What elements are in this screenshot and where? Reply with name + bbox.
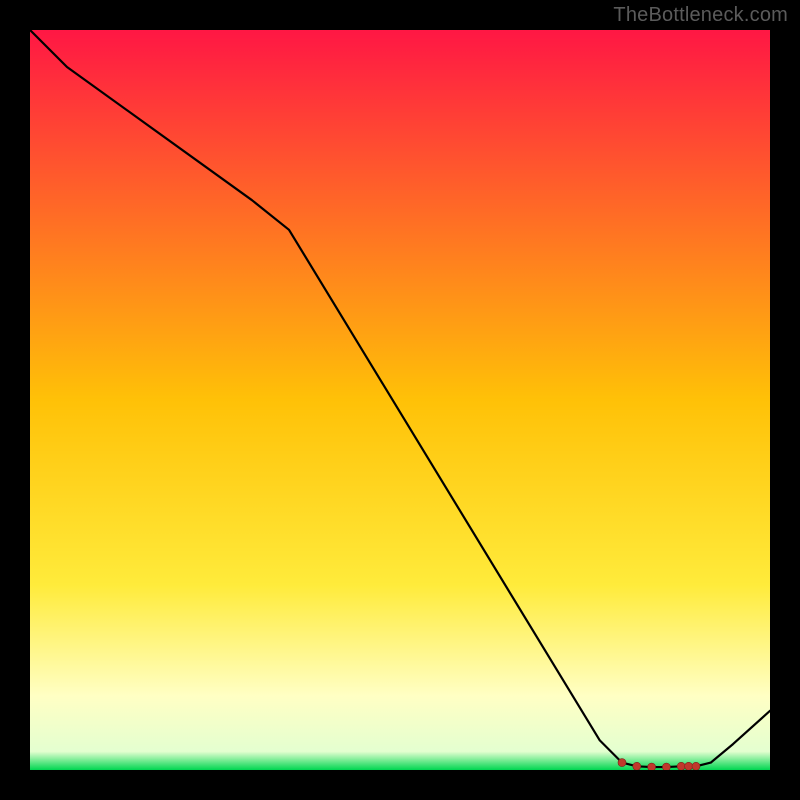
data-marker [685,762,693,770]
watermark-label: TheBottleneck.com [613,4,788,27]
data-marker [633,762,641,770]
data-marker [662,763,670,770]
plot-area [30,30,770,770]
data-marker [677,762,685,770]
gradient-background [30,30,770,770]
chart-svg [30,30,770,770]
data-marker [648,763,656,770]
data-marker [692,762,700,770]
data-marker [618,759,626,767]
chart-stage: TheBottleneck.com [0,0,800,800]
